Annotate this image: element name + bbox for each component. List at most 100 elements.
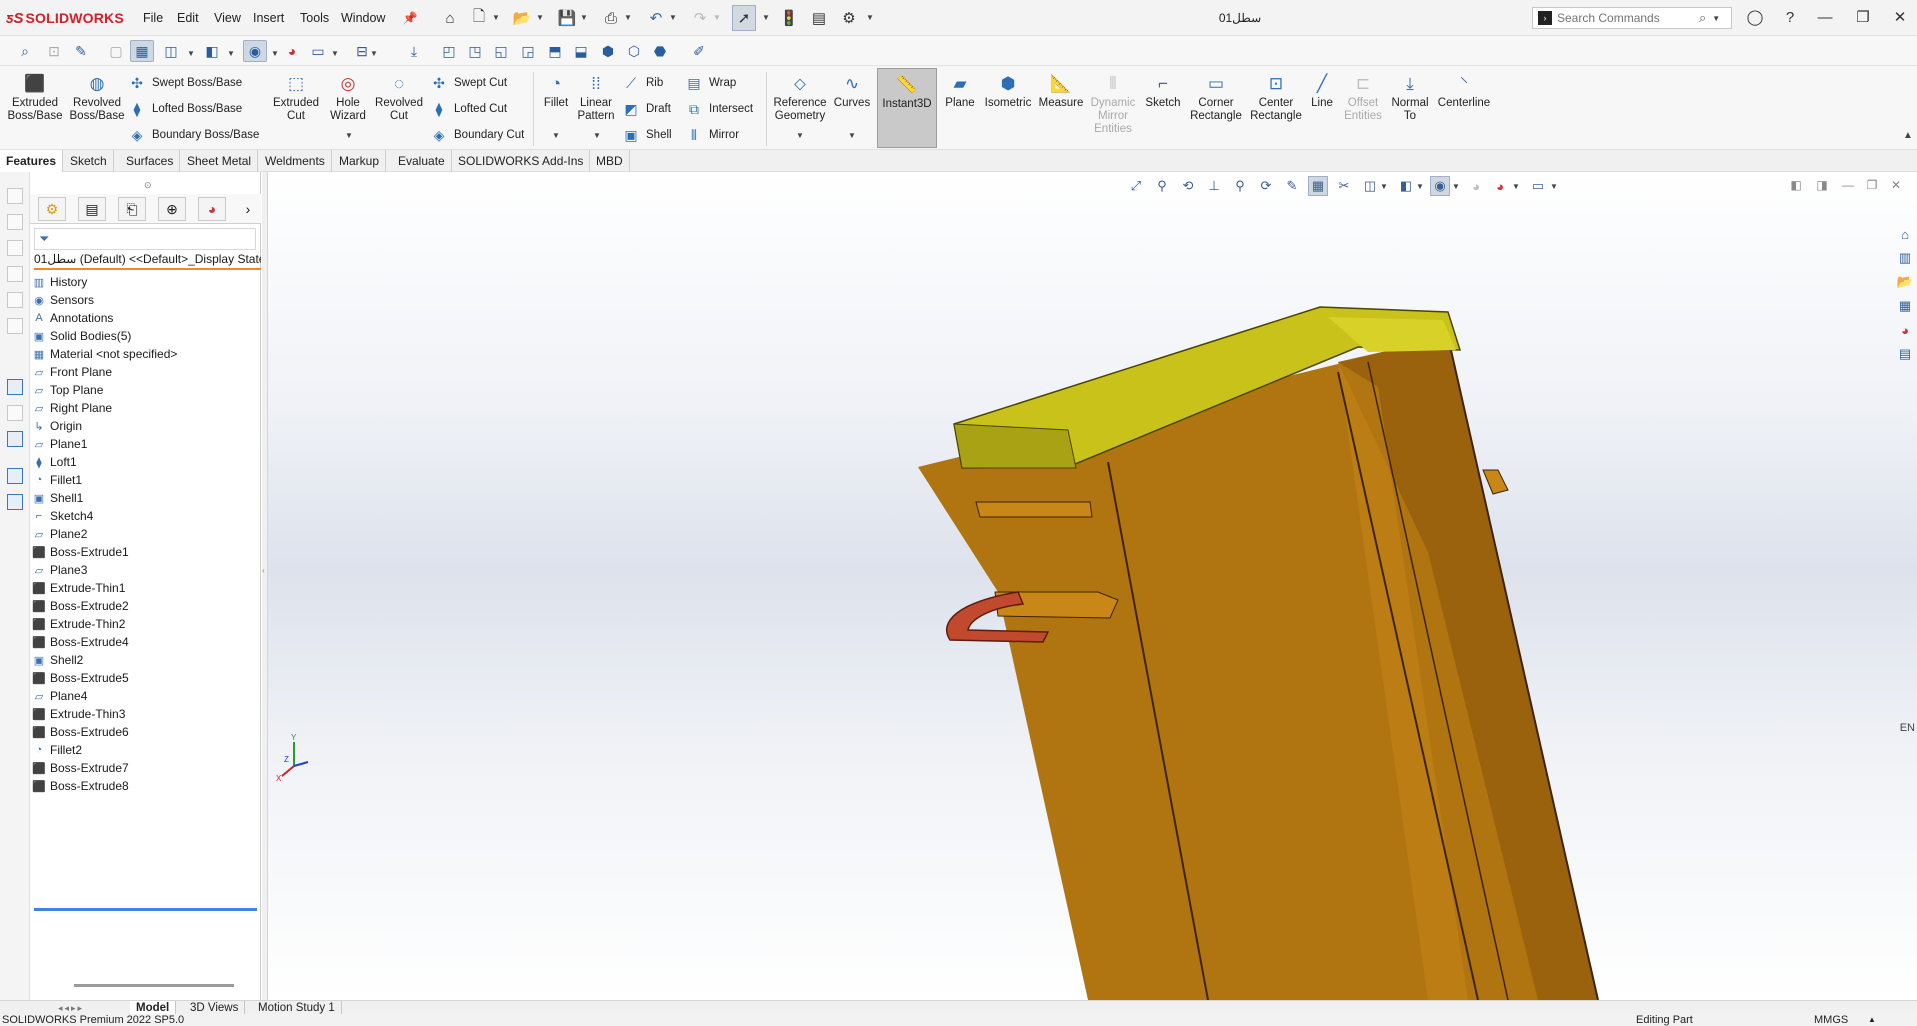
- isometric-view-icon[interactable]: ⬢: [596, 40, 620, 62]
- tree-item-boss-extrude7[interactable]: ⬛ Boss-Extrude7: [32, 759, 256, 777]
- hole-wizard-button[interactable]: ◎ Hole Wizard: [324, 72, 372, 123]
- chevron-down-icon[interactable]: ▼: [593, 131, 601, 140]
- top-view-icon[interactable]: ⬒: [543, 40, 567, 62]
- filter-vertices-icon[interactable]: [7, 240, 23, 256]
- isometric-button[interactable]: ⬢ Isometric: [982, 72, 1034, 110]
- tree-item-annotations[interactable]: A Annotations: [34, 309, 256, 327]
- menu-tools[interactable]: Tools: [300, 11, 329, 25]
- tree-item-boss-extrude6[interactable]: ⬛ Boss-Extrude6: [32, 723, 256, 741]
- chevron-down-icon[interactable]: ▼: [552, 131, 560, 140]
- tab-sheet-metal[interactable]: Sheet Metal: [181, 150, 259, 172]
- fillet-button[interactable]: ◔ Fillet: [538, 72, 574, 110]
- tree-filter-field[interactable]: ⏷: [34, 228, 256, 250]
- chevron-down-icon[interactable]: ▼: [624, 13, 632, 22]
- chevron-down-icon[interactable]: ▼: [580, 13, 588, 22]
- chevron-down-icon[interactable]: ▼: [1712, 14, 1720, 23]
- tree-item-fillet1[interactable]: ◔ Fillet1: [34, 471, 256, 489]
- close-icon[interactable]: ✕: [1885, 6, 1915, 28]
- tab-sketch[interactable]: Sketch: [64, 150, 114, 172]
- user-account-icon[interactable]: ◯: [1740, 6, 1770, 28]
- tree-item-boss-extrude4[interactable]: ⬛ Boss-Extrude4: [32, 633, 256, 651]
- save-icon[interactable]: 💾: [556, 7, 578, 29]
- reference-geometry-button[interactable]: ⬦ Reference Geometry: [770, 72, 830, 123]
- linear-pattern-button[interactable]: ⁞⁞ Linear Pattern: [574, 72, 618, 123]
- help-icon[interactable]: ?: [1775, 6, 1805, 28]
- chevron-down-icon[interactable]: ▼: [227, 49, 235, 58]
- filter-annotations-icon[interactable]: [7, 494, 23, 510]
- chevron-down-icon[interactable]: ▼: [271, 49, 279, 58]
- rib-button[interactable]: ⟋ Rib: [622, 73, 663, 93]
- tab-weldments[interactable]: Weldments: [259, 150, 332, 172]
- draft-button[interactable]: ◩ Draft: [622, 99, 671, 119]
- tab-mbd[interactable]: MBD: [590, 150, 630, 172]
- tab-scroll-arrows-icon[interactable]: ◂◂▸▸: [58, 1003, 84, 1014]
- front-view-icon[interactable]: ◰: [437, 40, 461, 62]
- tab-features[interactable]: Features: [0, 150, 64, 172]
- tab-3d-views[interactable]: 3D Views: [184, 1001, 246, 1015]
- chevron-down-icon[interactable]: ▼: [866, 13, 874, 22]
- extruded-boss-button[interactable]: ⬛ Extruded Boss/Base: [4, 72, 66, 123]
- menu-edit[interactable]: Edit: [177, 11, 199, 25]
- pin-icon[interactable]: 📌: [399, 7, 421, 29]
- tab-solidworks-addins[interactable]: SOLIDWORKS Add-Ins: [452, 150, 591, 172]
- print-icon[interactable]: ⎙: [600, 7, 622, 29]
- previous-view-icon[interactable]: ▢: [104, 40, 128, 62]
- filter-surfaces-icon[interactable]: [7, 431, 23, 447]
- filter-sketch-icon[interactable]: [7, 379, 23, 395]
- boundary-boss-button[interactable]: ◈ Boundary Boss/Base: [128, 125, 260, 145]
- extruded-cut-button[interactable]: ⬚ Extruded Cut: [268, 72, 324, 123]
- configuration-manager-tab-icon[interactable]: ⎗: [118, 197, 146, 221]
- new-document-icon[interactable]: 🗋: [468, 7, 490, 29]
- wrap-button[interactable]: ▤ Wrap: [685, 73, 736, 93]
- open-folder-icon[interactable]: 📂: [511, 7, 533, 29]
- redo-icon[interactable]: ↷: [689, 7, 711, 29]
- scene-icon[interactable]: ▭: [306, 40, 330, 62]
- menu-view[interactable]: View: [214, 11, 241, 25]
- panel-grip-icon[interactable]: ⊙: [144, 180, 152, 191]
- center-rectangle-button[interactable]: ⊡ Center Rectangle: [1246, 72, 1306, 123]
- menu-window[interactable]: Window: [341, 11, 385, 25]
- chevron-down-icon[interactable]: ▼: [370, 49, 378, 58]
- lofted-boss-button[interactable]: ⧫ Lofted Boss/Base: [128, 99, 243, 119]
- menu-file[interactable]: File: [143, 11, 163, 25]
- tab-markup[interactable]: Markup: [333, 150, 387, 172]
- collapse-ribbon-icon[interactable]: ▲: [1903, 130, 1913, 141]
- chevron-down-icon[interactable]: ▼: [713, 13, 721, 22]
- back-view-icon[interactable]: ◳: [463, 40, 487, 62]
- graphics-area[interactable]: ⤢ ⚲ ⟲ ⊥ ⚲ ⟳ ✎ ▦ ✂ ◫ ▼ ◧ ▼ ◉ ▼ ◕ ◕ ▼ ▭ ▼ …: [268, 172, 1917, 1000]
- tree-item-plane2[interactable]: ▱ Plane2: [34, 525, 256, 543]
- tree-item-boss-extrude5[interactable]: ⬛ Boss-Extrude5: [32, 669, 256, 687]
- tree-item-fillet2[interactable]: ◔ Fillet2: [34, 741, 256, 759]
- line-button[interactable]: ╱ Line: [1306, 72, 1338, 110]
- tree-item-loft1[interactable]: ⧫ Loft1: [34, 453, 256, 471]
- display-style-icon[interactable]: ◧: [200, 40, 224, 62]
- tree-item-plane4[interactable]: ▱ Plane4: [34, 687, 256, 705]
- file-properties-icon[interactable]: ▤: [808, 7, 830, 29]
- tree-item-right-plane[interactable]: ▱ Right Plane: [34, 399, 256, 417]
- chevron-down-icon[interactable]: ▼: [536, 13, 544, 22]
- chevron-down-icon[interactable]: ▼: [345, 131, 353, 140]
- dimetric-view-icon[interactable]: ⬣: [648, 40, 672, 62]
- filter-edges-icon[interactable]: [7, 188, 23, 204]
- swept-boss-button[interactable]: ✣ Swept Boss/Base: [128, 73, 242, 93]
- search-input[interactable]: [1557, 11, 1697, 25]
- tab-model[interactable]: Model: [130, 1001, 177, 1015]
- filter-solid-bodies-icon[interactable]: [7, 468, 23, 484]
- filter-faces-icon[interactable]: [7, 214, 23, 230]
- plane-button[interactable]: ▰ Plane: [940, 72, 980, 110]
- bucket-model[interactable]: [268, 172, 1917, 1000]
- chevron-down-icon[interactable]: ▼: [669, 13, 677, 22]
- tree-item-sketch4[interactable]: ⌐ Sketch4: [34, 507, 256, 525]
- tree-item-front-plane[interactable]: ▱ Front Plane: [34, 363, 256, 381]
- lofted-cut-button[interactable]: ⧫ Lofted Cut: [430, 99, 508, 119]
- tree-item-history[interactable]: ▥ History: [34, 273, 256, 291]
- sketch-button[interactable]: ⌐ Sketch: [1142, 72, 1184, 110]
- filter-axes-icon[interactable]: [7, 292, 23, 308]
- options-gear-icon[interactable]: ⚙: [838, 7, 860, 29]
- tree-item-extrude-thin3[interactable]: ⬛ Extrude-Thin3: [32, 705, 256, 723]
- rebuild-traffic-light-icon[interactable]: 🚦: [778, 7, 800, 29]
- intersect-button[interactable]: ⧉ Intersect: [685, 99, 753, 119]
- bottom-view-icon[interactable]: ⬓: [569, 40, 593, 62]
- revolved-cut-button[interactable]: ◌ Revolved Cut: [372, 72, 426, 123]
- dimxpert-tab-icon[interactable]: ⊕: [158, 197, 186, 221]
